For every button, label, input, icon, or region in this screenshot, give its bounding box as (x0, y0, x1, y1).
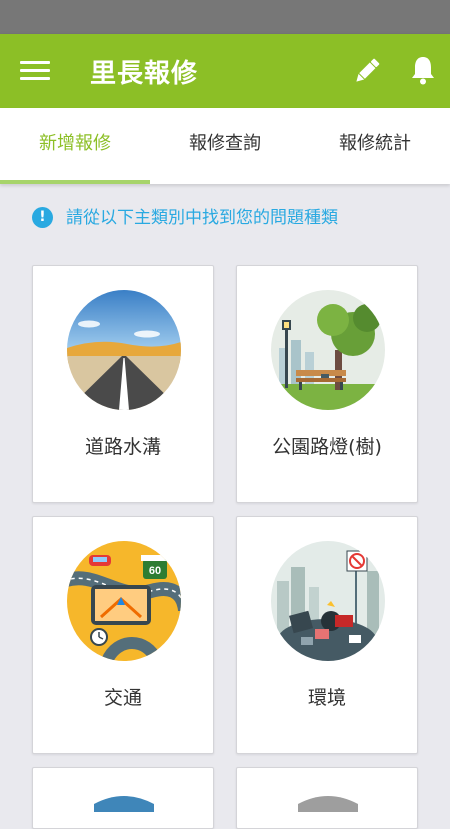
category-card-environment[interactable]: 環境 (236, 516, 418, 754)
traffic-icon: 60 (67, 541, 181, 661)
tab-report-statistics[interactable]: 報修統計 (300, 108, 450, 184)
category-card-traffic[interactable]: 60 交通 (32, 516, 214, 754)
edit-icon[interactable] (352, 56, 382, 86)
category-card-road-drain[interactable]: 道路水溝 (32, 265, 214, 503)
category-label: 交通 (103, 687, 142, 709)
hint-text: 請從以下主類別中找到您的問題種類 (66, 208, 338, 228)
category-label: 環境 (307, 687, 346, 709)
road-icon (67, 290, 181, 410)
park-icon (271, 290, 385, 410)
menu-icon-line (20, 77, 50, 80)
active-tab-indicator (0, 180, 150, 184)
bell-icon[interactable] (407, 54, 439, 86)
status-bar (0, 0, 450, 34)
category-card-partial[interactable] (32, 767, 214, 829)
category-image-partial (298, 796, 358, 812)
category-card-partial[interactable] (236, 767, 418, 829)
menu-icon-line (20, 61, 50, 64)
tab-report-query[interactable]: 報修查詢 (150, 108, 300, 184)
app-title: 里長報修 (90, 59, 199, 89)
environment-icon (271, 541, 385, 661)
tab-new-report[interactable]: 新增報修 (0, 108, 150, 184)
category-label: 道路水溝 (84, 436, 161, 458)
category-card-park-streetlight[interactable]: 公園路燈(樹) (236, 265, 418, 503)
menu-icon[interactable] (20, 58, 50, 82)
category-label: 公園路燈(樹) (272, 436, 382, 458)
tab-bar: 新增報修 報修查詢 報修統計 (0, 108, 450, 184)
app-bar: 里長報修 (0, 34, 450, 108)
highway-sign-number: 60 (149, 565, 161, 577)
category-image-partial (94, 796, 154, 812)
menu-icon-line (20, 69, 50, 72)
info-icon: ! (32, 207, 53, 228)
